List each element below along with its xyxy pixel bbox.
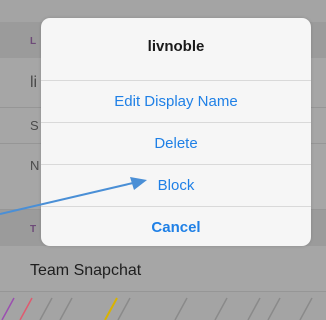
- list-row-3-label: N: [30, 158, 40, 173]
- delete-button[interactable]: Delete: [41, 122, 311, 164]
- section-header-1-label: L: [30, 36, 37, 47]
- team-snapchat-label: Team Snapchat: [30, 262, 142, 279]
- list-row-username-label: li: [30, 74, 38, 91]
- decorative-stripes: [1, 297, 313, 320]
- section-header-2-label: T: [30, 224, 37, 235]
- sheet-title: livnoble: [147, 37, 205, 55]
- action-sheet: livnoble Edit Display Name Delete Block …: [41, 18, 311, 246]
- cancel-button[interactable]: Cancel: [41, 206, 311, 246]
- edit-display-name-button[interactable]: Edit Display Name: [41, 80, 311, 122]
- block-button[interactable]: Block: [41, 164, 311, 206]
- list-row-2-label: S: [30, 118, 39, 133]
